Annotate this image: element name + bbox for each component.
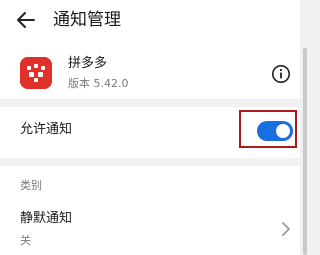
allow-notifications-label: 允许通知 <box>20 122 73 137</box>
silent-notifications-row[interactable]: 静默通知 关 <box>0 205 300 255</box>
pinduoduo-app-icon <box>20 57 52 89</box>
app-name: 拼多多 <box>68 56 108 71</box>
header: 通知管理 <box>0 0 300 42</box>
category-section-label: 类别 <box>20 179 42 192</box>
arrow-left-icon[interactable] <box>14 8 38 32</box>
app-version: 版本 5.42.0 <box>68 77 129 90</box>
silent-notifications-status: 关 <box>20 234 31 247</box>
page-title: 通知管理 <box>53 10 121 30</box>
info-circle-icon[interactable] <box>271 64 291 84</box>
notification-settings-panel: 通知管理 拼多多 版本 5.42.0 允许通知 类别 静默通知 关 <box>0 0 300 255</box>
silent-notifications-title: 静默通知 <box>20 211 73 226</box>
app-info-row: 拼多多 版本 5.42.0 <box>0 48 300 98</box>
toggle-knob <box>276 124 290 138</box>
toggle-highlight-box <box>239 110 297 148</box>
scrollbar[interactable] <box>303 48 307 255</box>
section-divider <box>0 158 300 166</box>
chevron-right-icon <box>279 220 293 238</box>
allow-notifications-toggle[interactable] <box>257 121 293 141</box>
section-divider <box>0 99 300 107</box>
allow-notifications-row: 允许通知 <box>0 107 300 153</box>
